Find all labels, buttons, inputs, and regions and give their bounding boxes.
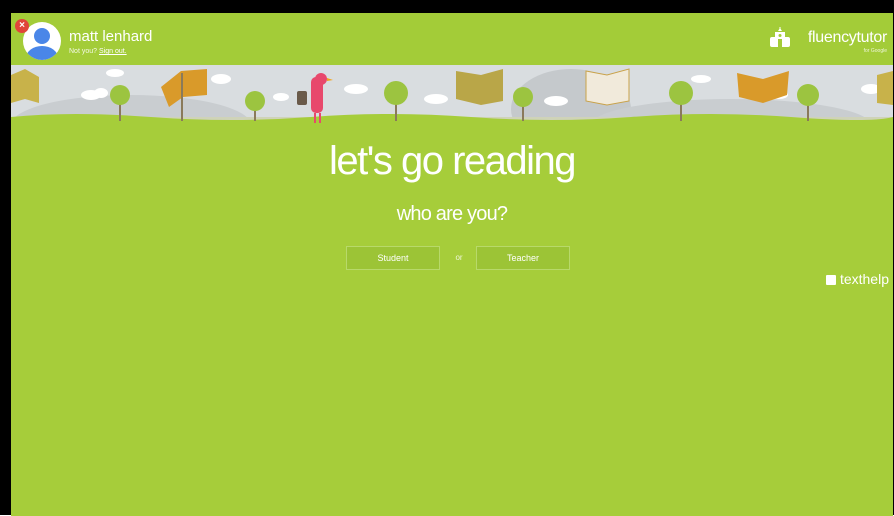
brand-logo: fluencytutor for Google <box>747 27 887 55</box>
avatar-head-icon <box>34 28 50 44</box>
banner-illustration <box>11 68 893 125</box>
student-button[interactable]: Student <box>346 246 440 270</box>
role-question: who are you? <box>396 203 508 225</box>
texthelp-name: texthelp <box>839 271 889 287</box>
texthelp-icon <box>825 275 836 285</box>
header-bar: × matt lenhard Not you? Sign out. fluenc… <box>11 13 893 65</box>
close-icon[interactable]: × <box>15 19 29 33</box>
illustrated-banner <box>11 65 893 125</box>
sign-out-line: Not you? Sign out. <box>69 48 127 55</box>
not-you-label: Not you? <box>69 48 98 55</box>
texthelp-logo: texthelp <box>825 271 889 287</box>
sign-out-link[interactable]: Sign out. <box>99 48 127 55</box>
avatar-body-icon <box>26 46 58 60</box>
or-separator: or <box>455 253 463 262</box>
brand-name: fluencytutor <box>807 29 887 46</box>
user-name: matt lenhard <box>69 28 153 45</box>
brand-by-line: for Google <box>863 48 887 54</box>
app-root: × matt lenhard Not you? Sign out. fluenc… <box>11 13 893 516</box>
window-frame: × matt lenhard Not you? Sign out. fluenc… <box>0 0 894 516</box>
teacher-button[interactable]: Teacher <box>476 246 570 270</box>
page-title: let's go reading <box>328 139 577 183</box>
school-reader-icon <box>770 27 790 47</box>
